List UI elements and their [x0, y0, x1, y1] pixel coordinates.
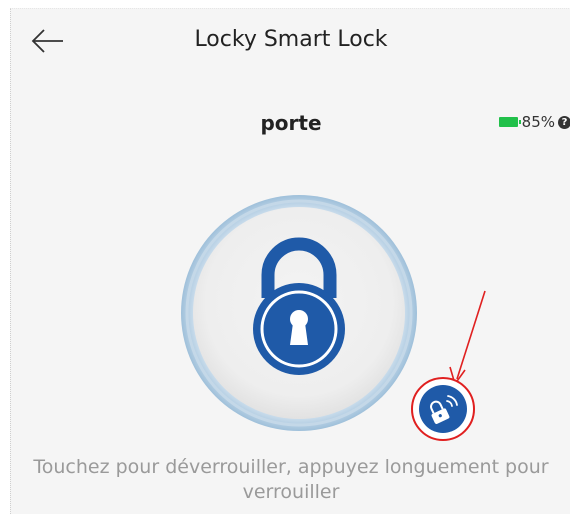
device-name: porte [260, 111, 322, 135]
help-icon[interactable]: ? [558, 115, 570, 129]
battery-percent: 85% [521, 113, 555, 131]
lock-toggle-button[interactable] [179, 193, 419, 433]
remote-unlock-button[interactable] [409, 375, 477, 443]
remote-unlock-icon [411, 377, 475, 441]
header-bar: Locky Smart Lock [11, 9, 570, 75]
lock-instructions: Touchez pour déverrouiller, appuyez long… [33, 456, 549, 503]
battery-status: 85% ? [498, 113, 570, 131]
page-title: Locky Smart Lock [194, 27, 388, 52]
app-screen: Locky Smart Lock porte 85% ? Touchez pou… [10, 8, 570, 514]
battery-icon [498, 117, 521, 127]
padlock-icon [181, 195, 417, 431]
